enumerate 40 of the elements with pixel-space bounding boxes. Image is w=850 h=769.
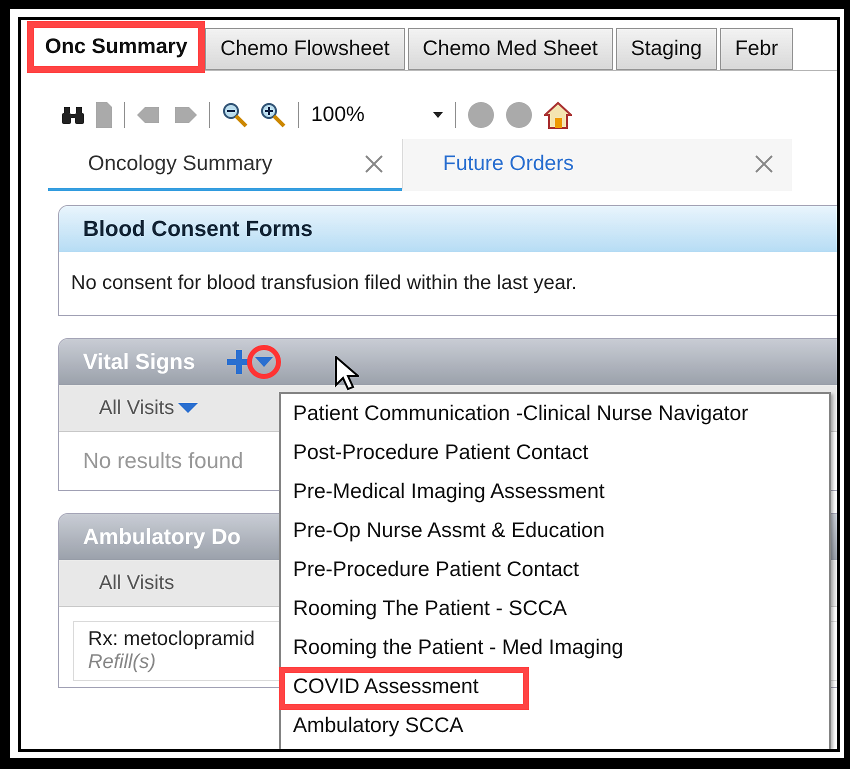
caret-icon [255,357,274,367]
chart-tab[interactable]: Febr [720,28,794,70]
menu-item[interactable]: Pre-Procedure Patient Contact [281,552,829,591]
zoom-level[interactable]: 100% [311,103,429,127]
page-icon[interactable] [96,102,112,128]
view-tab-label[interactable]: Future Orders [443,152,574,176]
menu-item[interactable]: Post-Procedure Patient Contact [281,435,829,474]
binoculars-icon[interactable] [62,105,84,125]
zoom-in-icon[interactable] [260,102,286,128]
panel-message: No consent for blood transfusion filed within the last year. [71,272,577,294]
filter-dropdown[interactable]: All Visits [99,572,174,594]
circle-icon[interactable] [506,102,532,128]
view-tab-label[interactable]: Oncology Summary [88,152,272,176]
zoom-out-icon[interactable] [222,102,248,128]
panel-message: No results found [82,447,244,475]
menu-item[interactable]: Pre-Op Nurse Assmt & Education [281,513,829,552]
menu-item[interactable]: Rooming The Patient - SCCA [281,591,829,630]
panel-title: Vital Signs [83,349,196,375]
chart-tab[interactable]: Staging [616,28,717,70]
filter-dropdown[interactable]: All Visits [99,396,198,420]
row-text: Rx: metoclopramid [88,628,255,651]
dropdown-button[interactable] [247,345,282,379]
menu-item[interactable]: Rooming the Patient - Med Imaging [281,630,829,669]
panel-title: Ambulatory Do [83,524,241,550]
menu-item[interactable]: Pre-Medical Imaging Assessment [281,474,829,513]
view-tab[interactable]: Future Orders [402,139,792,191]
menu-item[interactable]: Ambulatory SCCA [281,708,829,747]
close-icon[interactable] [364,154,384,174]
close-icon[interactable] [754,154,774,174]
circle-icon[interactable] [468,102,494,128]
panel-title: Blood Consent Forms [83,216,313,242]
home-icon[interactable] [544,101,572,129]
chart-tab[interactable]: Chemo Flowsheet [205,28,405,70]
menu-item[interactable]: COVID Assessment [281,669,527,708]
mouse-cursor-icon [335,356,359,392]
menu-item[interactable]: Patient Communication -Clinical Nurse Navigator [281,396,829,435]
row-note: Refill(s) [88,651,156,674]
chart-tab[interactable]: Chemo Med Sheet [408,28,613,70]
caret-icon[interactable] [433,112,443,118]
chart-tab[interactable]: Onc Summary [30,24,202,70]
